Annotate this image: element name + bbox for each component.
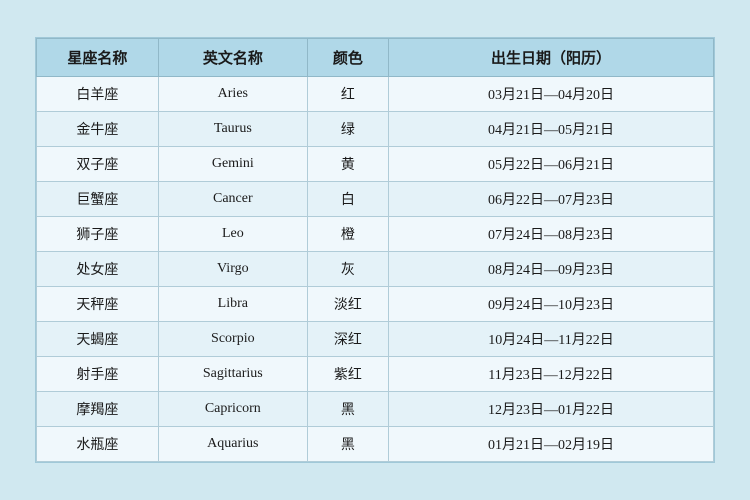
cell-chinese: 白羊座 <box>37 77 159 112</box>
cell-chinese: 射手座 <box>37 357 159 392</box>
cell-english: Gemini <box>158 147 307 182</box>
table-row: 水瓶座Aquarius黑01月21日—02月19日 <box>37 427 714 462</box>
cell-english: Leo <box>158 217 307 252</box>
cell-date: 11月23日—12月22日 <box>389 357 714 392</box>
cell-chinese: 水瓶座 <box>37 427 159 462</box>
cell-english: Sagittarius <box>158 357 307 392</box>
table-row: 双子座Gemini黄05月22日—06月21日 <box>37 147 714 182</box>
cell-color: 紫红 <box>307 357 388 392</box>
cell-date: 08月24日—09月23日 <box>389 252 714 287</box>
cell-date: 04月21日—05月21日 <box>389 112 714 147</box>
cell-color: 黑 <box>307 392 388 427</box>
table-row: 巨蟹座Cancer白06月22日—07月23日 <box>37 182 714 217</box>
cell-chinese: 摩羯座 <box>37 392 159 427</box>
cell-chinese: 巨蟹座 <box>37 182 159 217</box>
cell-english: Capricorn <box>158 392 307 427</box>
cell-date: 06月22日—07月23日 <box>389 182 714 217</box>
cell-english: Virgo <box>158 252 307 287</box>
zodiac-table-container: 星座名称 英文名称 颜色 出生日期（阳历） 白羊座Aries红03月21日—04… <box>35 37 715 463</box>
cell-english: Aries <box>158 77 307 112</box>
cell-color: 绿 <box>307 112 388 147</box>
table-body: 白羊座Aries红03月21日—04月20日金牛座Taurus绿04月21日—0… <box>37 77 714 462</box>
cell-date: 10月24日—11月22日 <box>389 322 714 357</box>
cell-color: 淡红 <box>307 287 388 322</box>
cell-chinese: 天秤座 <box>37 287 159 322</box>
table-row: 金牛座Taurus绿04月21日—05月21日 <box>37 112 714 147</box>
cell-color: 白 <box>307 182 388 217</box>
table-row: 射手座Sagittarius紫红11月23日—12月22日 <box>37 357 714 392</box>
cell-english: Taurus <box>158 112 307 147</box>
cell-chinese: 狮子座 <box>37 217 159 252</box>
table-row: 处女座Virgo灰08月24日—09月23日 <box>37 252 714 287</box>
cell-chinese: 金牛座 <box>37 112 159 147</box>
table-row: 狮子座Leo橙07月24日—08月23日 <box>37 217 714 252</box>
cell-english: Libra <box>158 287 307 322</box>
cell-color: 深红 <box>307 322 388 357</box>
table-row: 天秤座Libra淡红09月24日—10月23日 <box>37 287 714 322</box>
cell-color: 橙 <box>307 217 388 252</box>
cell-color: 灰 <box>307 252 388 287</box>
table-row: 天蝎座Scorpio深红10月24日—11月22日 <box>37 322 714 357</box>
cell-chinese: 双子座 <box>37 147 159 182</box>
cell-date: 03月21日—04月20日 <box>389 77 714 112</box>
header-chinese: 星座名称 <box>37 39 159 77</box>
table-row: 摩羯座Capricorn黑12月23日—01月22日 <box>37 392 714 427</box>
cell-date: 09月24日—10月23日 <box>389 287 714 322</box>
cell-date: 07月24日—08月23日 <box>389 217 714 252</box>
cell-english: Aquarius <box>158 427 307 462</box>
zodiac-table: 星座名称 英文名称 颜色 出生日期（阳历） 白羊座Aries红03月21日—04… <box>36 38 714 462</box>
header-color: 颜色 <box>307 39 388 77</box>
cell-color: 黑 <box>307 427 388 462</box>
cell-english: Scorpio <box>158 322 307 357</box>
cell-english: Cancer <box>158 182 307 217</box>
table-row: 白羊座Aries红03月21日—04月20日 <box>37 77 714 112</box>
cell-date: 05月22日—06月21日 <box>389 147 714 182</box>
cell-chinese: 处女座 <box>37 252 159 287</box>
table-header-row: 星座名称 英文名称 颜色 出生日期（阳历） <box>37 39 714 77</box>
cell-date: 01月21日—02月19日 <box>389 427 714 462</box>
header-date: 出生日期（阳历） <box>389 39 714 77</box>
cell-color: 红 <box>307 77 388 112</box>
cell-chinese: 天蝎座 <box>37 322 159 357</box>
cell-date: 12月23日—01月22日 <box>389 392 714 427</box>
cell-color: 黄 <box>307 147 388 182</box>
header-english: 英文名称 <box>158 39 307 77</box>
